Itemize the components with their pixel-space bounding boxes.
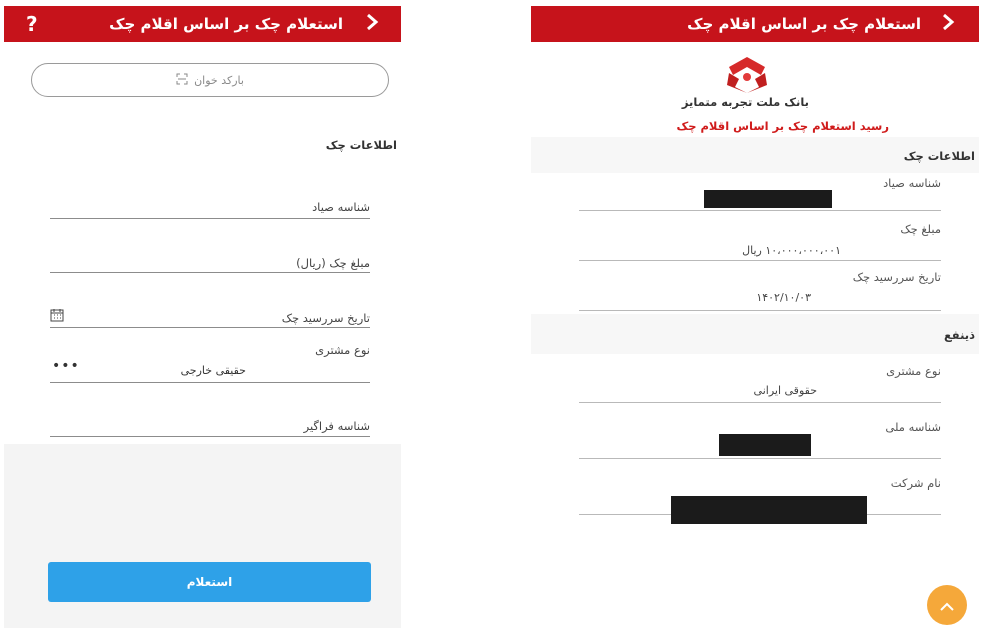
more-dots-icon[interactable]: ••• — [52, 358, 80, 374]
scan-icon — [176, 73, 188, 88]
customer-type-value: حقوقی ایرانی — [753, 384, 817, 397]
universal-id-label: شناسه فراگیر — [303, 419, 370, 433]
bank-name: بانک ملت تجربه متمایز — [681, 95, 809, 109]
redacted-national-id — [719, 434, 811, 456]
page-title: استعلام چک بر اساس اقلام چک — [109, 15, 343, 33]
form-area — [4, 42, 401, 444]
due-date-label: تاریخ سررسید چک — [852, 270, 941, 284]
national-id-row: شناسه ملی — [579, 418, 941, 459]
right-screen: استعلام چک بر اساس اقلام چک بانک ملت تجر… — [531, 0, 979, 628]
due-date-row: تاریخ سررسید چک ۱۴۰۲/۱۰/۰۳ — [579, 268, 941, 311]
company-name-row: نام شرکت — [579, 476, 941, 524]
sayad-id-label: شناسه صیاد — [312, 200, 370, 214]
calendar-icon[interactable] — [50, 307, 64, 326]
help-button[interactable]: ? — [26, 12, 38, 36]
amount-label: مبلغ چک (ریال) — [296, 256, 370, 270]
customer-type-row: نوع مشتری حقوقی ایرانی — [579, 362, 941, 403]
chevron-up-icon — [939, 593, 955, 617]
page-title: استعلام چک بر اساس اقلام چک — [687, 15, 921, 33]
amount-row: مبلغ چک ۱۰،۰۰۰،۰۰۰،۰۰۱ ریال — [579, 220, 941, 261]
universal-id-field[interactable]: شناسه فراگیر — [50, 416, 370, 437]
chevron-icon[interactable] — [941, 12, 955, 36]
redacted-company-name — [671, 496, 867, 524]
due-date-field[interactable]: تاریخ سررسید چک — [50, 305, 370, 328]
receipt-title: رسید استعلام چک بر اساس اقلام چک — [676, 119, 889, 133]
app-header: ? استعلام چک بر اساس اقلام چک — [4, 6, 401, 42]
barcode-reader-button[interactable]: بارکد خوان — [31, 63, 389, 97]
beneficiary-bar — [531, 314, 979, 354]
amount-label: مبلغ چک — [900, 222, 941, 236]
due-date-label: تاریخ سررسید چک — [281, 311, 370, 325]
scroll-top-button[interactable] — [927, 585, 967, 625]
check-info-title: اطلاعات چک — [903, 149, 975, 163]
company-name-label: نام شرکت — [890, 476, 941, 490]
amount-field[interactable]: مبلغ چک (ریال) — [50, 252, 370, 273]
barcode-label: بارکد خوان — [194, 73, 244, 87]
redacted-sayad-id — [704, 190, 832, 208]
customer-type-value: حقیقی خارجی — [180, 364, 246, 377]
sayad-id-row: شناسه صیاد — [579, 174, 941, 211]
amount-value: ۱۰،۰۰۰،۰۰۰،۰۰۱ ریال — [742, 244, 841, 257]
customer-type-field[interactable]: نوع مشتری حقیقی خارجی ••• — [50, 340, 370, 383]
national-id-label: شناسه ملی — [885, 420, 941, 434]
inquiry-button[interactable]: استعلام — [48, 562, 371, 602]
customer-type-label: نوع مشتری — [886, 364, 941, 378]
left-screen: ? استعلام چک بر اساس اقلام چک بارکد خوان… — [4, 0, 401, 628]
chevron-icon[interactable] — [365, 12, 379, 36]
app-header: استعلام چک بر اساس اقلام چک — [531, 6, 979, 42]
bank-mellat-logo — [725, 55, 769, 93]
customer-type-label: نوع مشتری — [315, 343, 370, 357]
due-date-value: ۱۴۰۲/۱۰/۰۳ — [756, 291, 811, 304]
section-title: اطلاعات چک — [325, 138, 397, 152]
sayad-id-field[interactable]: شناسه صیاد — [50, 196, 370, 219]
sayad-id-label: شناسه صیاد — [883, 176, 941, 190]
beneficiary-title: ذینفع — [943, 328, 975, 342]
